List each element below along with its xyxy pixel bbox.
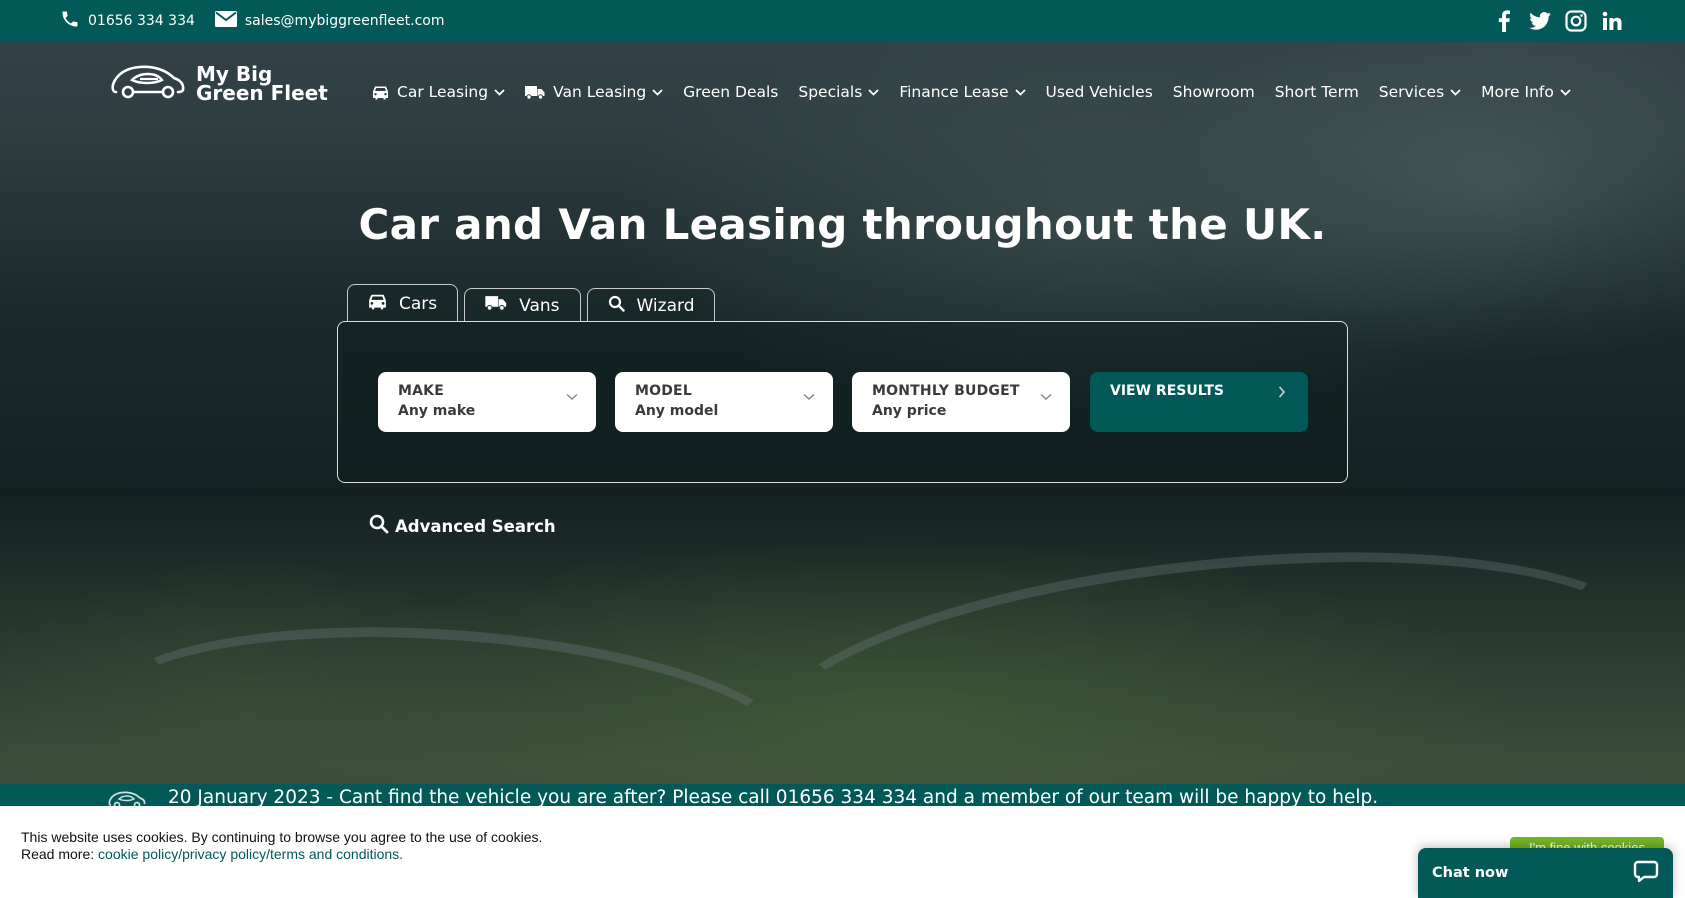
hero-heading: Car and Van Leasing throughout the UK. xyxy=(358,200,1327,249)
search-icon xyxy=(608,295,625,317)
budget-label: MONTHLY BUDGET xyxy=(872,383,1020,399)
car-logo-icon xyxy=(110,62,186,106)
chevron-down-icon xyxy=(652,88,663,96)
chevron-down-icon xyxy=(566,386,578,405)
social-links xyxy=(1493,0,1623,42)
van-icon xyxy=(485,295,507,316)
nav-item-short-term[interactable]: Short Term xyxy=(1275,83,1359,101)
nav-item-green-deals[interactable]: Green Deals xyxy=(683,83,778,101)
nav-label: Short Term xyxy=(1274,83,1359,101)
van-icon xyxy=(525,85,545,100)
email-icon xyxy=(214,11,237,31)
chat-label: Chat now xyxy=(1432,865,1509,881)
nav-item-used-vehicles[interactable]: Used Vehicles xyxy=(1046,83,1153,101)
nav-item-showroom[interactable]: Showroom xyxy=(1173,83,1255,101)
nav-label: Specials xyxy=(798,83,863,101)
tab-label: Vans xyxy=(519,295,560,316)
search-tabs: Cars Vans Wizard xyxy=(347,284,716,322)
chevron-down-icon xyxy=(1014,88,1026,96)
make-value: Any make xyxy=(398,403,476,419)
cookie-text: This website uses cookies. By continuing… xyxy=(21,829,542,863)
instagram-icon[interactable] xyxy=(1565,10,1587,32)
ticker-message: 20 January 2023 - Cant find the vehicle … xyxy=(168,787,1379,806)
nav-item-specials[interactable]: Specials xyxy=(798,83,879,101)
model-label: MODEL xyxy=(635,383,692,399)
tab-vans[interactable]: Vans xyxy=(464,288,581,322)
tab-label: Cars xyxy=(399,293,438,314)
email-link[interactable]: sales@mybiggreenfleet.com xyxy=(245,13,445,29)
site-logo[interactable]: My Big Green Fleet xyxy=(110,62,328,106)
make-select[interactable]: MAKE Any make xyxy=(378,372,596,432)
view-results-label: VIEW RESULTS xyxy=(1110,383,1224,399)
nav-item-van-leasing[interactable]: Van Leasing xyxy=(525,83,663,101)
chevron-down-icon xyxy=(494,88,505,96)
cookie-policy-link[interactable]: cookie policy/privacy policy/terms and c… xyxy=(98,846,403,862)
nav-label: Green Deals xyxy=(683,83,779,101)
budget-value: Any price xyxy=(872,403,947,419)
contact-info: 01656 334 334 sales@mybiggreenfleet.com xyxy=(60,0,456,42)
top-contact-bar: 01656 334 334 sales@mybiggreenfleet.com xyxy=(0,0,1685,42)
chevron-right-icon xyxy=(1278,386,1286,402)
chevron-down-icon xyxy=(1560,88,1571,96)
chevron-down-icon xyxy=(1450,88,1461,96)
tab-cars[interactable]: Cars xyxy=(347,284,459,322)
nav-label: Used Vehicles xyxy=(1045,83,1153,101)
logo-text: My Big Green Fleet xyxy=(196,64,328,105)
car-icon xyxy=(368,293,387,315)
vehicle-search-panel: MAKE Any make MODEL Any model MONTHLY BU… xyxy=(337,321,1348,483)
nav-label: Showroom xyxy=(1172,83,1255,101)
tab-label: Wizard xyxy=(636,295,695,316)
read-more-label: Read more: xyxy=(21,846,99,862)
nav-item-services[interactable]: Services xyxy=(1379,83,1461,101)
nav-label: Van Leasing xyxy=(553,83,647,101)
chat-widget[interactable]: Chat now xyxy=(1418,848,1673,898)
twitter-icon[interactable] xyxy=(1529,10,1551,32)
nav-item-more-info[interactable]: More Info xyxy=(1481,83,1571,101)
nav-label: Finance Lease xyxy=(899,83,1009,101)
nav-item-car-leasing[interactable]: Car Leasing xyxy=(372,83,505,101)
model-select[interactable]: MODEL Any model xyxy=(615,372,833,432)
view-results-button[interactable]: VIEW RESULTS xyxy=(1090,372,1308,432)
chevron-down-icon xyxy=(868,88,879,96)
facebook-icon[interactable] xyxy=(1493,10,1515,32)
advanced-search-label: Advanced Search xyxy=(395,516,556,536)
chevron-down-icon xyxy=(803,386,815,405)
nav-item-finance-lease[interactable]: Finance Lease xyxy=(899,83,1026,101)
nav-label: More Info xyxy=(1481,83,1554,101)
chevron-down-icon xyxy=(1040,386,1052,405)
search-icon xyxy=(369,514,389,538)
phone-number-link[interactable]: 01656 334 334 xyxy=(88,13,195,29)
phone-icon xyxy=(60,9,80,33)
tab-wizard[interactable]: Wizard xyxy=(586,288,716,322)
make-label: MAKE xyxy=(398,383,444,399)
chat-bubble-icon xyxy=(1633,860,1659,888)
main-navigation: Car Leasing Van Leasing Green Deals Spec… xyxy=(372,80,1591,104)
car-logo-icon xyxy=(108,790,146,806)
advanced-search-link[interactable]: Advanced Search xyxy=(369,514,556,538)
news-ticker: 20 January 2023 - Cant find the vehicle … xyxy=(0,784,1685,806)
cookie-notice-text: This website uses cookies. By continuing… xyxy=(21,829,543,845)
model-value: Any model xyxy=(635,403,719,419)
monthly-budget-select[interactable]: MONTHLY BUDGET Any price xyxy=(852,372,1070,432)
car-icon xyxy=(372,85,389,100)
nav-label: Services xyxy=(1378,83,1445,101)
logo-text-line2: Green Fleet xyxy=(196,81,328,105)
linkedin-icon[interactable] xyxy=(1601,10,1623,32)
nav-label: Car Leasing xyxy=(397,83,489,101)
cookie-read-more: Read more: cookie policy/privacy policy/… xyxy=(21,846,542,863)
